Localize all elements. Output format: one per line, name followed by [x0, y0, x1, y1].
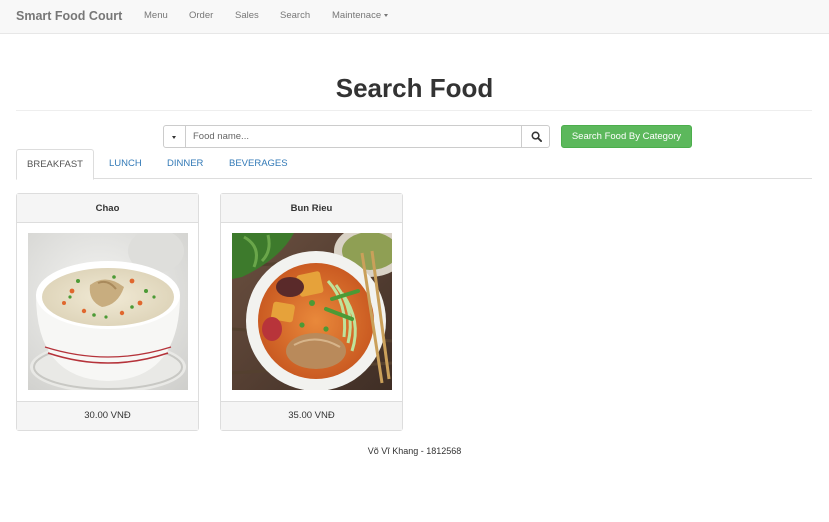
nav-dropdown-maintenance[interactable]: Maintenace — [332, 10, 389, 21]
tab-beverages[interactable]: BEVERAGES — [219, 149, 298, 179]
food-image-chao[interactable] — [28, 233, 188, 390]
navbar: Smart Food Court Menu Order Sales Search… — [0, 0, 829, 34]
search-by-category-button[interactable]: Search Food By Category — [561, 125, 692, 148]
food-name: Bun Rieu — [221, 194, 402, 223]
caret-down-icon — [384, 13, 389, 17]
food-price: 30.00 VNĐ — [17, 401, 198, 430]
tab-lunch[interactable]: LUNCH — [99, 149, 152, 179]
footer-credit: Võ Vĩ Khang - 1812568 — [367, 446, 462, 456]
nav-link-order[interactable]: Order — [189, 10, 213, 21]
search-type-dropdown[interactable] — [163, 125, 186, 148]
nav-link-menu[interactable]: Menu — [144, 10, 168, 21]
caret-down-icon — [172, 136, 176, 139]
food-search-input[interactable] — [185, 125, 522, 148]
food-image-bun-rieu[interactable] — [232, 233, 392, 390]
category-tabs: BREAKFAST LUNCH DINNER BEVERAGES — [16, 149, 812, 180]
nav-dropdown-label: Maintenace — [332, 10, 382, 21]
nav-link-sales[interactable]: Sales — [235, 10, 259, 21]
food-card-bun-rieu[interactable]: Bun Rieu 35.00 VNĐ — [220, 193, 403, 431]
search-button[interactable] — [521, 125, 550, 148]
tab-dinner[interactable]: DINNER — [157, 149, 213, 179]
bun-rieu-bowl-illustration — [232, 233, 392, 390]
brand-link[interactable]: Smart Food Court — [16, 9, 122, 23]
search-icon — [531, 131, 542, 142]
nav-link-search[interactable]: Search — [280, 10, 310, 21]
food-price: 35.00 VNĐ — [221, 401, 402, 430]
chao-bowl-illustration — [28, 233, 188, 390]
food-name: Chao — [17, 194, 198, 223]
tab-breakfast[interactable]: BREAKFAST — [16, 149, 94, 180]
food-card-chao[interactable]: Chao 30.00 VNĐ — [16, 193, 199, 431]
page-title: Search Food — [335, 73, 494, 103]
title-divider — [16, 110, 812, 111]
